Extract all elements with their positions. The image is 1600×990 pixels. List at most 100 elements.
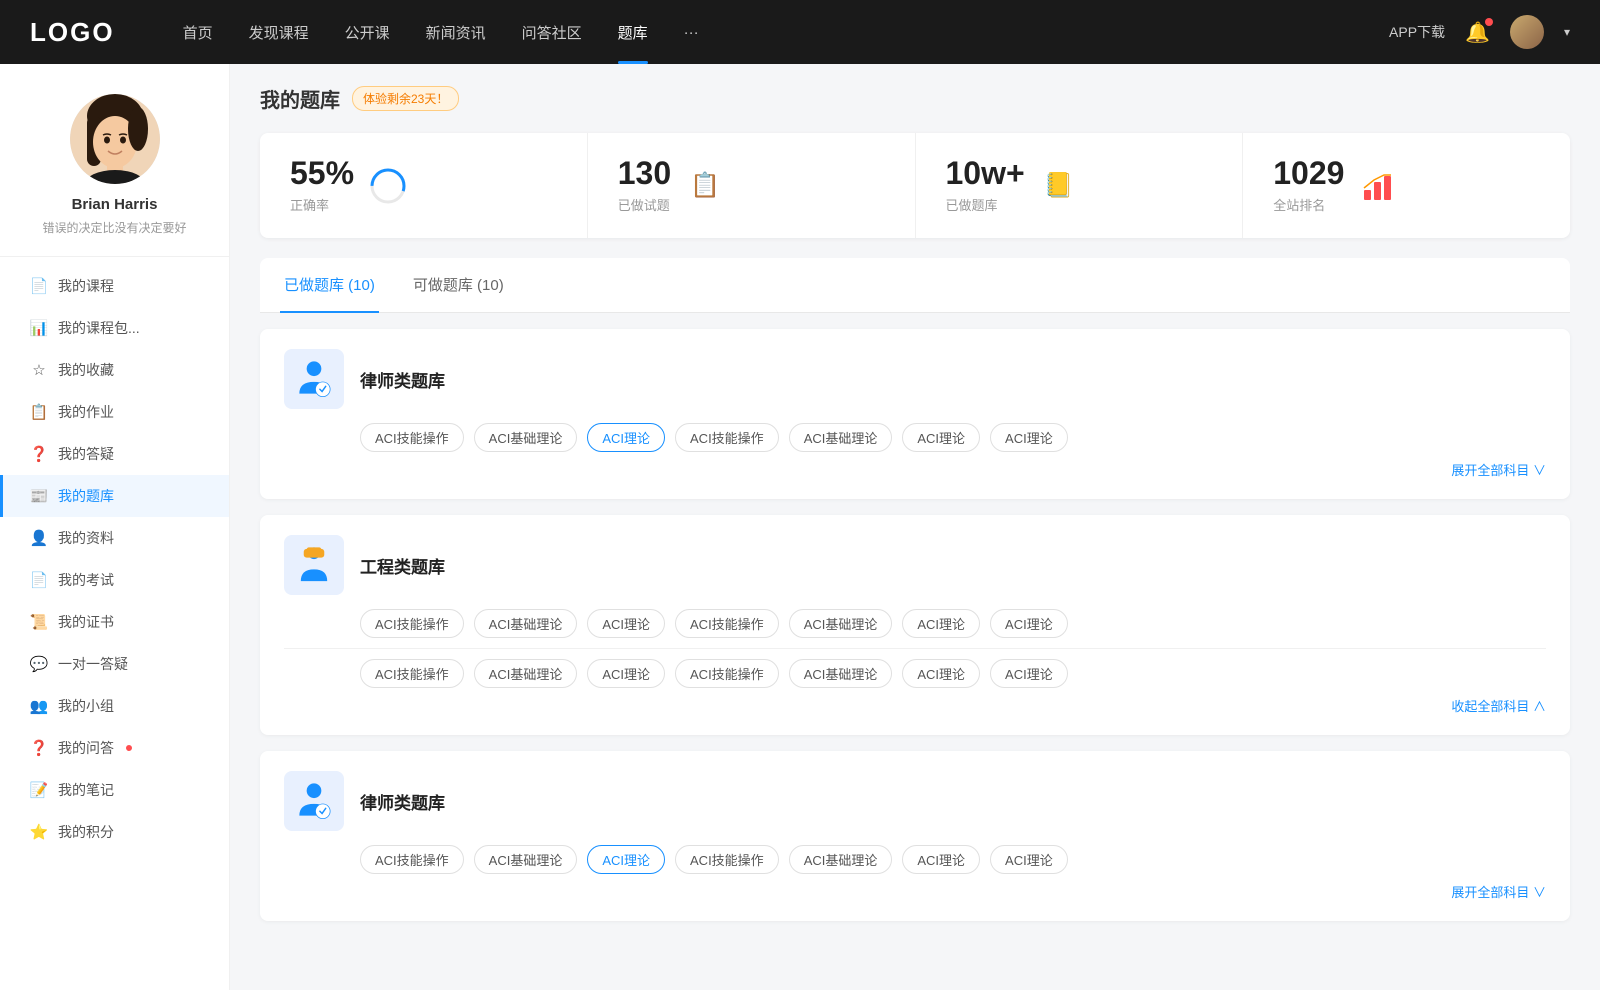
qbank-card-header-0: 律师类题库: [284, 349, 1546, 409]
sidebar-item-我的课程包...[interactable]: 📊我的课程包...: [0, 307, 229, 349]
qbank-tag-1-4[interactable]: ACI基础理论: [789, 609, 893, 638]
page-header: 我的题库 体验剩余23天！: [260, 84, 1570, 113]
nav-item-问答社区[interactable]: 问答社区: [504, 0, 600, 64]
qbank-tag-0-0[interactable]: ACI技能操作: [360, 423, 464, 452]
sidebar-item-我的课程[interactable]: 📄我的课程: [0, 265, 229, 307]
qbank-card-0: 律师类题库ACI技能操作ACI基础理论ACI理论ACI技能操作ACI基础理论AC…: [260, 329, 1570, 499]
qbank-tag-2-6[interactable]: ACI理论: [990, 845, 1068, 874]
qbank-tag-2-4[interactable]: ACI基础理论: [789, 845, 893, 874]
qbank-tag-1-1[interactable]: ACI基础理论: [474, 609, 578, 638]
avatar: [70, 94, 160, 184]
sidebar-item-我的题库[interactable]: 📰 我的题库: [0, 475, 229, 517]
qbank-card-header-2: 律师类题库: [284, 771, 1546, 831]
menu-label-一对一答疑: 一对一答疑: [58, 654, 128, 674]
sidebar-item-我的资料[interactable]: 👤 我的资料: [0, 517, 229, 559]
qbank-cards-container: 律师类题库ACI技能操作ACI基础理论ACI理论ACI技能操作ACI基础理论AC…: [260, 329, 1570, 921]
stat-value-0: 55%: [290, 157, 354, 189]
qbank-tag-r2-1-4[interactable]: ACI基础理论: [789, 659, 893, 688]
sidebar-username: Brian Harris: [72, 196, 158, 213]
qbank-expand-2[interactable]: 展开全部科目 ∨: [284, 874, 1546, 901]
stat-icon-1: 📋: [687, 168, 723, 204]
user-dropdown-arrow[interactable]: ▾: [1564, 25, 1570, 39]
sidebar-item-我的笔记[interactable]: 📝我的笔记: [0, 769, 229, 811]
menu-label-我的课程: 我的课程: [58, 276, 114, 296]
menu-label-我的积分: 我的积分: [58, 822, 114, 842]
menu-icon-我的资料: 👤: [30, 529, 48, 547]
sidebar-item-我的考试[interactable]: 📄我的考试: [0, 559, 229, 601]
page-title: 我的题库: [260, 84, 340, 113]
sidebar-item-我的答疑[interactable]: ❓我的答疑: [0, 433, 229, 475]
qbank-card-icon-2: [284, 771, 344, 831]
sidebar-item-我的问答[interactable]: ❓ 我的问答: [0, 727, 229, 769]
qbank-tag-0-5[interactable]: ACI理论: [902, 423, 980, 452]
sidebar-item-一对一答疑[interactable]: 💬一对一答疑: [0, 643, 229, 685]
sidebar-profile: Brian Harris 错误的决定比没有决定要好: [0, 64, 229, 256]
qbank-card-name-0: 律师类题库: [360, 367, 445, 392]
qbank-tag-0-1[interactable]: ACI基础理论: [474, 423, 578, 452]
avatar-image: [1510, 15, 1544, 49]
qbank-tag-0-2[interactable]: ACI理论: [587, 423, 665, 452]
stat-label-1: 已做试题: [618, 195, 671, 214]
qbank-expand-0[interactable]: 展开全部科目 ∨: [284, 452, 1546, 479]
qbank-tag-2-2[interactable]: ACI理论: [587, 845, 665, 874]
nav-item-···[interactable]: ···: [666, 0, 717, 64]
qbank-tag-0-6[interactable]: ACI理论: [990, 423, 1068, 452]
qbank-tags-0: ACI技能操作 ACI基础理论 ACI理论 ACI技能操作 ACI基础理论 ACI理论 AC…: [360, 423, 1546, 452]
sidebar-item-我的证书[interactable]: 📜我的证书: [0, 601, 229, 643]
nav-item-公开课[interactable]: 公开课: [327, 0, 408, 64]
qbank-tag-r2-1-1[interactable]: ACI基础理论: [474, 659, 578, 688]
nav-item-发现课程[interactable]: 发现课程: [231, 0, 327, 64]
notification-bell[interactable]: 🔔: [1465, 20, 1490, 45]
sidebar-item-我的小组[interactable]: 👥我的小组: [0, 685, 229, 727]
nav-item-首页[interactable]: 首页: [165, 0, 231, 64]
qbank-tag-0-4[interactable]: ACI基础理论: [789, 423, 893, 452]
menu-label-我的题库: 我的题库: [58, 486, 114, 506]
menu-icon-我的题库: 📰: [30, 487, 48, 505]
nav-item-新闻资讯[interactable]: 新闻资讯: [408, 0, 504, 64]
qbank-tag-1-3[interactable]: ACI技能操作: [675, 609, 779, 638]
logo: LOGO: [30, 17, 115, 48]
qbank-tag-1-2[interactable]: ACI理论: [587, 609, 665, 638]
sidebar-item-我的积分[interactable]: ⭐ 我的积分: [0, 811, 229, 853]
qbank-tags-2: ACI技能操作 ACI基础理论 ACI理论 ACI技能操作 ACI基础理论 ACI理论 AC…: [360, 845, 1546, 874]
nav-item-题库[interactable]: 题库: [600, 0, 666, 64]
stat-icon-3: [1360, 168, 1396, 204]
qbank-tag-r2-1-2[interactable]: ACI理论: [587, 659, 665, 688]
menu-label-我的问答: 我的问答: [58, 738, 114, 758]
qbank-tag-2-3[interactable]: ACI技能操作: [675, 845, 779, 874]
stat-label-0: 正确率: [290, 195, 354, 214]
qbank-tag-r2-1-3[interactable]: ACI技能操作: [675, 659, 779, 688]
menu-label-我的资料: 我的资料: [58, 528, 114, 548]
tabs-row: 已做题库 (10) 可做题库 (10): [260, 258, 1570, 313]
app-download-button[interactable]: APP下载: [1389, 22, 1445, 42]
stat-item-3: 1029全站排名: [1243, 133, 1570, 238]
navbar-right: APP下载 🔔 ▾: [1389, 15, 1570, 49]
main-content: 我的题库 体验剩余23天！ 55%正确率 130已做试题📋10w+已做题库📒10…: [230, 64, 1600, 990]
sidebar-item-我的作业[interactable]: 📋我的作业: [0, 391, 229, 433]
qbank-tag-1-0[interactable]: ACI技能操作: [360, 609, 464, 638]
stat-item-1: 130 已做试题 📋: [588, 133, 916, 238]
qbank-tag-2-1[interactable]: ACI基础理论: [474, 845, 578, 874]
tab-0[interactable]: 已做题库 (10): [280, 258, 379, 313]
sidebar-item-我的收藏[interactable]: ☆我的收藏: [0, 349, 229, 391]
qbank-tag-0-3[interactable]: ACI技能操作: [675, 423, 779, 452]
qbank-tag-r2-1-0[interactable]: ACI技能操作: [360, 659, 464, 688]
menu-icon-我的问答: ❓: [30, 739, 48, 757]
sidebar-menu: 📄我的课程📊我的课程包...☆我的收藏📋我的作业❓我的答疑 📰 我的题库 👤 我的资料 📄…: [0, 257, 229, 861]
qbank-card-name-2: 律师类题库: [360, 789, 445, 814]
qbank-tag-1-5[interactable]: ACI理论: [902, 609, 980, 638]
user-avatar[interactable]: [1510, 15, 1544, 49]
qbank-tag-1-6[interactable]: ACI理论: [990, 609, 1068, 638]
qbank-tag-r2-1-5[interactable]: ACI理论: [902, 659, 980, 688]
trial-badge: 体验剩余23天！: [352, 86, 459, 111]
menu-icon-我的积分: ⭐: [30, 823, 48, 841]
tab-1[interactable]: 可做题库 (10): [409, 258, 508, 313]
stat-value-1: 130: [618, 157, 671, 189]
qbank-expand-1[interactable]: 收起全部科目 ∧: [284, 688, 1546, 715]
navbar: LOGO 首页发现课程公开课新闻资讯问答社区题库··· APP下载 🔔 ▾: [0, 0, 1600, 64]
qbank-tag-2-5[interactable]: ACI理论: [902, 845, 980, 874]
stat-value-2: 10w+: [946, 157, 1025, 189]
qbank-tag-r2-1-6[interactable]: ACI理论: [990, 659, 1068, 688]
menu-icon-我的小组: 👥: [30, 697, 48, 715]
qbank-tag-2-0[interactable]: ACI技能操作: [360, 845, 464, 874]
